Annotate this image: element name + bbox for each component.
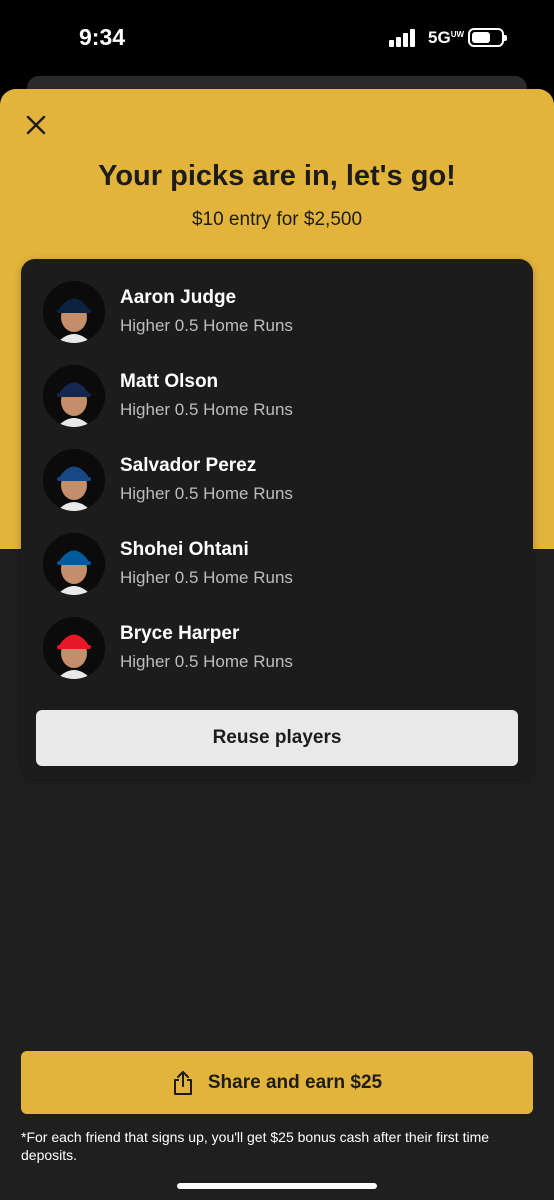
pick-projection: Higher 0.5 Home Runs [120, 652, 293, 671]
player-avatar [43, 281, 105, 343]
signal-strength-icon [389, 29, 417, 47]
dodgers-cap-icon [43, 533, 105, 595]
player-name: Shohei Ohtani [120, 539, 249, 560]
yankees-cap-icon [43, 281, 105, 343]
referral-footnote: *For each friend that signs up, you'll g… [21, 1129, 490, 1163]
home-indicator[interactable] [177, 1183, 377, 1189]
pick-projection: Higher 0.5 Home Runs [120, 568, 293, 587]
player-avatar [43, 365, 105, 427]
share-icon [173, 1070, 192, 1095]
close-button[interactable] [22, 111, 50, 139]
pick-projection: Higher 0.5 Home Runs [120, 484, 293, 503]
player-name: Matt Olson [120, 371, 219, 392]
player-name: Bryce Harper [120, 623, 240, 644]
network-label: 5GUW [428, 28, 465, 48]
pick-projection: Higher 0.5 Home Runs [120, 400, 293, 419]
pick-row: Aaron Judge Higher 0.5 Home Runs [21, 281, 533, 365]
player-name: Salvador Perez [120, 455, 257, 476]
phillies-cap-icon [43, 617, 105, 679]
player-name: Aaron Judge [120, 287, 237, 308]
player-avatar [43, 533, 105, 595]
pick-row: Matt Olson Higher 0.5 Home Runs [21, 365, 533, 449]
battery-icon [468, 28, 507, 47]
page-title: Your picks are in, let's go! [98, 160, 456, 192]
share-and-earn-button[interactable]: Share and earn $25 [21, 1051, 533, 1114]
pick-row: Salvador Perez Higher 0.5 Home Runs [21, 449, 533, 533]
close-icon [26, 115, 46, 135]
pick-row: Bryce Harper Higher 0.5 Home Runs [21, 617, 533, 701]
entry-summary: $10 entry for $2,500 [191, 209, 363, 230]
royals-cap-icon [43, 449, 105, 511]
status-time: 9:34 [79, 24, 126, 50]
pick-projection: Higher 0.5 Home Runs [120, 316, 293, 335]
share-button-label: Share and earn $25 [207, 1071, 383, 1093]
picks-card: Aaron Judge Higher 0.5 Home Runs Matt Olso… [21, 259, 533, 779]
player-avatar [43, 449, 105, 511]
picks-confirmation-sheet: Your picks are in, let's go! $10 entry f… [0, 89, 554, 1200]
player-avatar [43, 617, 105, 679]
braves-cap-icon [43, 365, 105, 427]
pick-row: Shohei Ohtani Higher 0.5 Home Runs [21, 533, 533, 617]
reuse-players-button[interactable]: Reuse players [36, 710, 518, 766]
status-bar: 9:34 5GUW [0, 0, 554, 76]
network-type: 5G [428, 28, 451, 47]
network-sub: UW [450, 30, 465, 39]
